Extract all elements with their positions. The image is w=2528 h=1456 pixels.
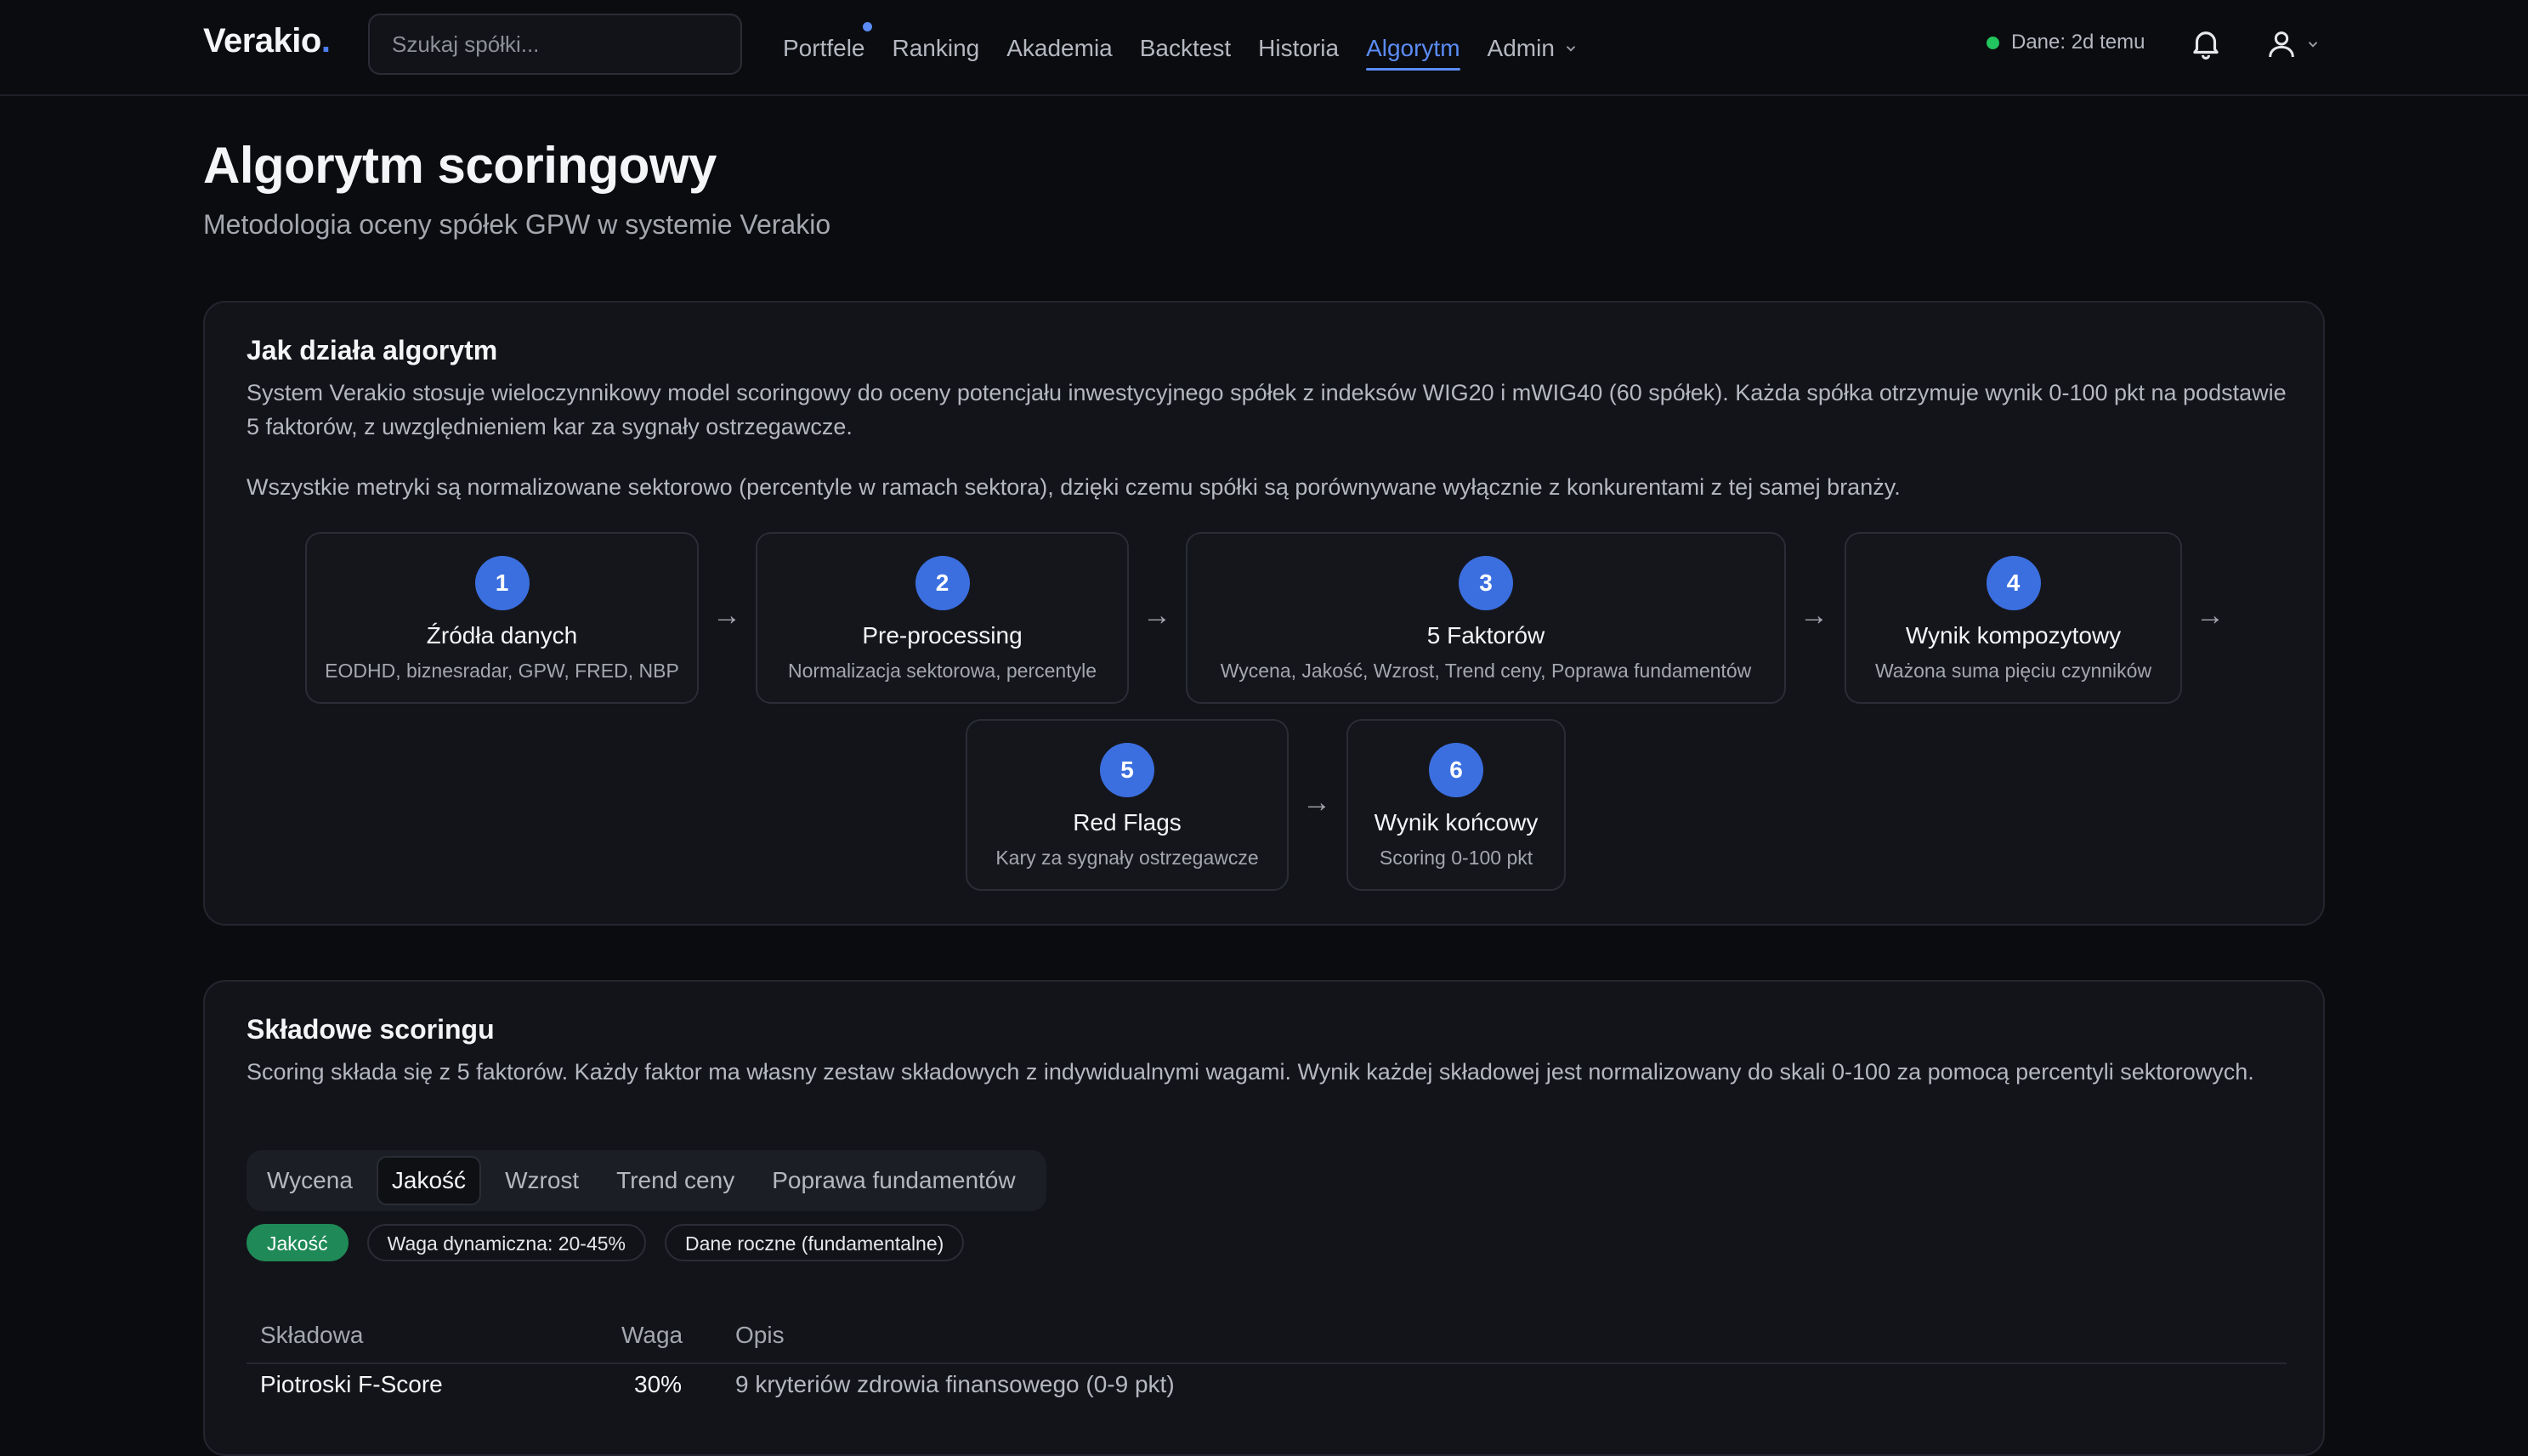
tab-jakosc[interactable]: Jakość xyxy=(376,1156,482,1205)
tab-poprawa-fundamentow[interactable]: Poprawa fundamentów xyxy=(758,1156,1029,1205)
step-number: 4 xyxy=(1986,556,2041,610)
step-number: 1 xyxy=(474,556,530,610)
step-card: 6 Wynik końcowy Scoring 0-100 pkt xyxy=(1346,719,1566,891)
bell-icon[interactable] xyxy=(2188,25,2224,61)
logo[interactable]: Verakio. xyxy=(203,22,331,60)
arrow-right-icon: → xyxy=(1302,786,1331,819)
arrow-right-icon: → xyxy=(1800,599,1828,632)
component-description: 9 kryteriów zdrowia finansowego (0-9 pkt… xyxy=(735,1371,1175,1397)
factor-tabs: Wycena Jakość Wzrost Trend ceny Poprawa … xyxy=(247,1150,1046,1211)
column-header-opis: Opis xyxy=(735,1322,785,1348)
card-title: Jak działa algorytm xyxy=(247,335,498,365)
nav-links: Portfele Ranking Akademia Backtest Histo… xyxy=(783,0,1606,96)
card-title: Składowe scoringu xyxy=(247,1014,495,1045)
step-title: Wynik końcowy xyxy=(1374,809,1539,836)
chevron-down-icon xyxy=(2308,42,2318,48)
step-title: Wynik kompozytowy xyxy=(1905,622,2122,649)
components-card: Składowe scoringu Scoring składa się z 5… xyxy=(203,980,2325,1456)
step-number: 2 xyxy=(915,556,970,610)
notification-dot xyxy=(862,22,872,31)
top-navbar: Verakio. Portfele Ranking Akademia Backt… xyxy=(0,0,2528,96)
step-description: Ważona suma pięciu czynników xyxy=(1874,660,2152,682)
step-number: 5 xyxy=(1100,743,1154,797)
user-menu[interactable] xyxy=(2264,25,2334,63)
tab-trend-ceny[interactable]: Trend ceny xyxy=(603,1156,748,1205)
step-card: 3 5 Faktorów Wycena, Jakość, Wzrost, Tre… xyxy=(1186,532,1786,704)
component-weight: 30% xyxy=(634,1371,683,1397)
step-title: 5 Faktorów xyxy=(1426,622,1545,649)
nav-link-backtest[interactable]: Backtest xyxy=(1140,0,1231,96)
data-type-badge: Dane roczne (fundamentalne) xyxy=(665,1224,965,1261)
tab-wzrost[interactable]: Wzrost xyxy=(491,1156,592,1205)
step-number: 6 xyxy=(1429,743,1483,797)
nav-link-akademia[interactable]: Akademia xyxy=(1006,0,1113,96)
page-title: Algorytm scoringowy xyxy=(203,137,717,194)
column-header-waga: Waga xyxy=(621,1322,683,1348)
table-header: Składowa Waga Opis xyxy=(247,1305,2287,1364)
nav-link-algorytm[interactable]: Algorytm xyxy=(1366,0,1461,96)
step-card: 4 Wynik kompozytowy Ważona suma pięciu c… xyxy=(1845,532,2182,704)
step-description: Scoring 0-100 pkt xyxy=(1379,847,1533,869)
status-dot xyxy=(1987,36,1999,49)
search-input[interactable] xyxy=(368,14,742,75)
step-card: 5 Red Flags Kary za sygnały ostrzegawcze xyxy=(966,719,1289,891)
nav-link-historia[interactable]: Historia xyxy=(1258,0,1339,96)
step-description: Normalizacja sektorowa, percentyle xyxy=(787,660,1097,682)
step-title: Red Flags xyxy=(1073,809,1182,836)
step-number: 3 xyxy=(1459,556,1513,610)
step-description: Wycena, Jakość, Wzrost, Trend ceny, Popr… xyxy=(1220,660,1752,682)
nav-link-admin[interactable]: Admin xyxy=(1488,0,1579,96)
weight-badge: Waga dynamiczna: 20-45% xyxy=(366,1224,646,1261)
factor-badge: Jakość xyxy=(247,1224,349,1261)
nav-link-ranking[interactable]: Ranking xyxy=(893,0,980,96)
tab-wycena[interactable]: Wycena xyxy=(253,1156,366,1205)
factor-badges: Jakość Waga dynamiczna: 20-45% Dane rocz… xyxy=(247,1224,983,1261)
column-header-skladowa: Składowa xyxy=(260,1322,364,1348)
chevron-down-icon xyxy=(1566,45,1576,52)
arrow-right-icon: → xyxy=(712,599,741,632)
step-card: 1 Źródła danych EODHD, biznesradar, GPW,… xyxy=(305,532,699,704)
card-description-2: Wszystkie metryki są normalizowane sekto… xyxy=(247,474,1901,500)
nav-link-portfele[interactable]: Portfele xyxy=(783,0,872,96)
page-subtitle: Metodologia oceny spółek GPW w systemie … xyxy=(203,209,831,240)
step-description: Kary za sygnały ostrzegawcze xyxy=(995,847,1259,869)
step-description: EODHD, biznesradar, GPW, FRED, NBP xyxy=(325,660,679,682)
card-description: Scoring składa się z 5 faktorów. Każdy f… xyxy=(247,1059,2254,1085)
arrow-right-icon: → xyxy=(1142,599,1171,632)
step-card: 2 Pre-processing Normalizacja sektorowa,… xyxy=(756,532,1129,704)
component-name: Piotroski F-Score xyxy=(260,1371,443,1397)
step-title: Pre-processing xyxy=(862,622,1023,649)
arrow-right-icon: → xyxy=(2196,599,2225,632)
how-it-works-card: Jak działa algorytm System Verakio stosu… xyxy=(203,301,2325,926)
card-description: System Verakio stosuje wieloczynnikowy m… xyxy=(247,380,2287,439)
data-status: Dane: 2d temu xyxy=(1987,31,2145,54)
step-title: Źródła danych xyxy=(426,622,578,649)
user-icon xyxy=(2269,31,2294,58)
